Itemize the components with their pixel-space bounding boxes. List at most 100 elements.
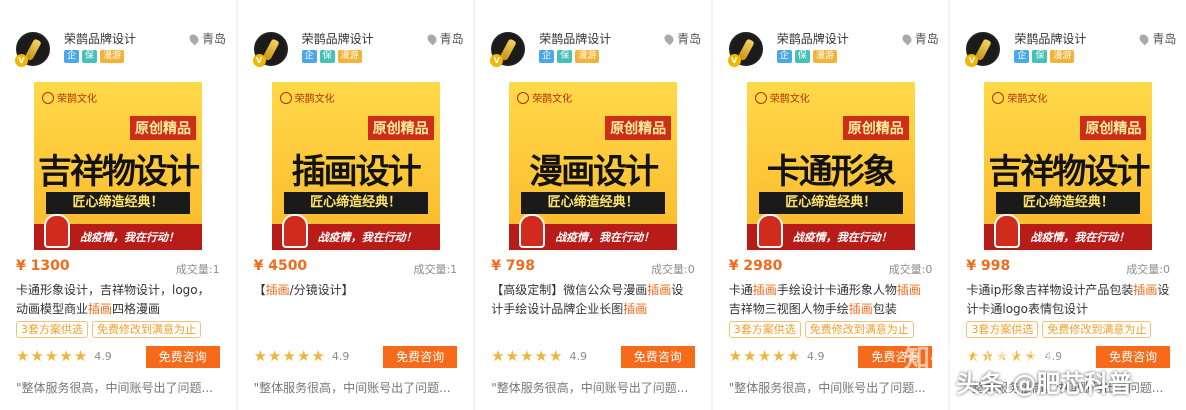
title-part: 四格漫画 [112,302,161,316]
city-label: 青岛 [187,30,226,47]
star-icon: ★ [772,347,786,365]
badge-plan-options: 3套方案供选 [966,321,1039,338]
city-text: 青岛 [677,32,702,46]
avatar[interactable]: V [15,32,50,67]
tag-guarantee: 保 [319,50,335,63]
shop-name[interactable]: 荣鹊品牌设计 [777,30,849,47]
tag-roaming: 漫游 [337,50,362,63]
title-highlight: 插画 [647,283,672,297]
service-banner[interactable]: 荣鹊文化 原创精品 吉祥物设计 匠心缔造经典！ 战疫情，我在行动！ [984,82,1153,250]
banner-main-text: 吉祥物设计 [38,152,200,192]
title-highlight: 插画 [848,302,873,316]
banner-brand: 荣鹊文化 [42,90,97,105]
rating-value: 4.9 [1044,349,1063,363]
price: ¥ 2980 [728,258,783,274]
consult-button[interactable]: 免费咨询 [383,346,458,368]
star-icon: ★ [282,347,296,365]
service-banner[interactable]: 荣鹊文化 原创精品 吉祥物设计 匠心缔造经典！ 战疫情，我在行动！ [34,82,202,250]
brand-logo-icon [517,92,530,104]
fist-icon [756,214,783,248]
avatar[interactable]: V [252,32,288,67]
star-icon: ★ [728,347,743,365]
service-title[interactable]: 卡通ip形象吉祥物设计产品包装插画设计卡通logo表情包设计 [966,281,1170,321]
city-text: 青岛 [439,32,464,46]
consult-button[interactable]: 免费咨询 [145,346,220,368]
service-title[interactable]: 卡通插画手绘设计卡通形象人物插画吉祥物三视图人物手绘插画包装 [729,281,933,321]
service-card[interactable]: V 荣鹊品牌设计 青岛 企 保 漫游 荣鹊文化 原创精品 漫画设计 匠心缔造经典… [475,0,711,410]
banner-original-badge: 原创精品 [1080,116,1147,140]
verified-icon: V [727,54,741,67]
avatar[interactable]: V [490,32,526,67]
badge-free-revision: 免费修改到满意为止 [804,321,914,338]
tag-guarantee: 保 [82,50,98,63]
shop-name[interactable]: 荣鹊品牌设计 [302,30,374,47]
consult-button[interactable]: 免费咨询 [1095,346,1170,368]
feature-badges: 3套方案供选 免费修改到满意为止 [728,321,914,338]
banner-subtitle: 匠心缔造经典！ [996,192,1141,214]
star-half-icon: ★ [786,347,801,365]
shop-name[interactable]: 荣鹊品牌设计 [64,30,136,47]
title-part: 卡通ip形象吉祥物设计产品包装 [966,283,1134,297]
star-icon: ★ [520,347,534,365]
rating-value: 4.9 [569,349,587,363]
card-header: V 荣鹊品牌设计 青岛 企 保 漫游 [15,30,226,70]
star-icon: ★ [30,347,44,365]
banner-slogan: 战疫情，我在行动！ [792,231,892,244]
service-card[interactable]: V 荣鹊品牌设计 青岛 企 保 漫游 荣鹊文化 原创精品 插画设计 匠心缔造经典… [237,0,474,410]
review-snippet: "整体服务很高，中间账号出了问题... [16,381,213,395]
consult-button[interactable]: 免费咨询 [858,346,933,368]
service-title[interactable]: 【高级定制】微信公众号漫画插画设计手绘设计品牌企业长图插画 [491,281,695,321]
banner-slogan: 战疫情，我在行动！ [80,231,179,244]
service-card[interactable]: V 荣鹊品牌设计 青岛 企 保 漫游 荣鹊文化 原创精品 吉祥物设计 匠心缔造经… [0,0,236,410]
rating: ★ ★ ★ ★ ★ 4.9 [254,348,350,364]
fist-icon [519,214,546,248]
sales-count: 成交量:0 [651,263,695,276]
review-snippet: "整体服务很高，中间账号出了问题... [491,381,689,395]
card-header: V 荣鹊品牌设计 青岛 企 保 漫游 [252,30,464,70]
avatar[interactable]: V [965,32,1001,67]
consult-button[interactable]: 免费咨询 [620,346,695,368]
brand-logo-icon [992,92,1005,104]
service-title[interactable]: 【插画/分镜设计】 [254,281,458,321]
service-banner[interactable]: 荣鹊文化 原创精品 卡通形象 匠心缔造经典！ 战疫情，我在行动！ [746,82,915,250]
star-half-icon: ★ [311,347,325,365]
rating: ★ ★ ★ ★ ★ 4.9 [729,348,825,364]
service-banner[interactable]: 荣鹊文化 原创精品 漫画设计 匠心缔造经典！ 战疫情，我在行动！ [509,82,678,250]
title-part: 吉祥物三视图人物手绘 [728,302,849,316]
sales-count: 成交量:1 [175,263,220,276]
card-header: V 荣鹊品牌设计 青岛 企 保 漫游 [727,30,939,70]
tag-enterprise: 企 [776,50,792,63]
service-card[interactable]: V 荣鹊品牌设计 青岛 企 保 漫游 荣鹊文化 原创精品 吉祥物设计 匠心缔造经… [950,0,1186,410]
title-part: 【 [253,283,266,297]
banner-brand: 荣鹊文化 [517,90,572,105]
tag-guarantee: 保 [1032,50,1048,63]
banner-slogan: 战疫情，我在行动！ [317,231,417,244]
badge-free-revision: 免费修改到满意为止 [92,321,201,338]
location-pin-icon [425,32,438,46]
service-title[interactable]: 卡通形象设计，吉祥物设计，logo，动画模型商业插画四格漫画 [16,281,220,321]
tag-row: 企 保 漫游 [64,50,125,63]
star-icon: ★ [253,347,268,365]
title-part: 手绘设计卡通形象人物 [776,283,897,297]
shop-name[interactable]: 荣鹊品牌设计 [1014,30,1086,47]
star-half-icon: ★ [73,347,88,365]
star-icon: ★ [268,347,282,365]
tag-row: 企 保 漫游 [1014,50,1075,63]
service-banner[interactable]: 荣鹊文化 原创精品 插画设计 匠心缔造经典！ 战疫情，我在行动！ [271,82,440,250]
banner-brand: 荣鹊文化 [992,90,1047,105]
star-icon: ★ [59,347,73,365]
star-icon: ★ [757,347,772,365]
city-label: 青岛 [425,30,464,47]
banner-original-badge: 原创精品 [130,116,196,140]
star-half-icon: ★ [1024,347,1038,365]
sales-count: 成交量:0 [1126,263,1170,276]
shop-name[interactable]: 荣鹊品牌设计 [539,30,611,47]
rating-value: 4.9 [94,349,112,363]
title-part: /分镜设计】 [289,283,354,297]
banner-main-text: 插画设计 [291,152,422,192]
tag-roaming: 漫游 [812,50,837,63]
service-card[interactable]: V 荣鹊品牌设计 青岛 企 保 漫游 荣鹊文化 原创精品 卡通形象 匠心缔造经典… [712,0,949,410]
banner-original-badge: 原创精品 [367,116,434,140]
star-icon: ★ [966,347,980,365]
avatar[interactable]: V [727,32,763,67]
